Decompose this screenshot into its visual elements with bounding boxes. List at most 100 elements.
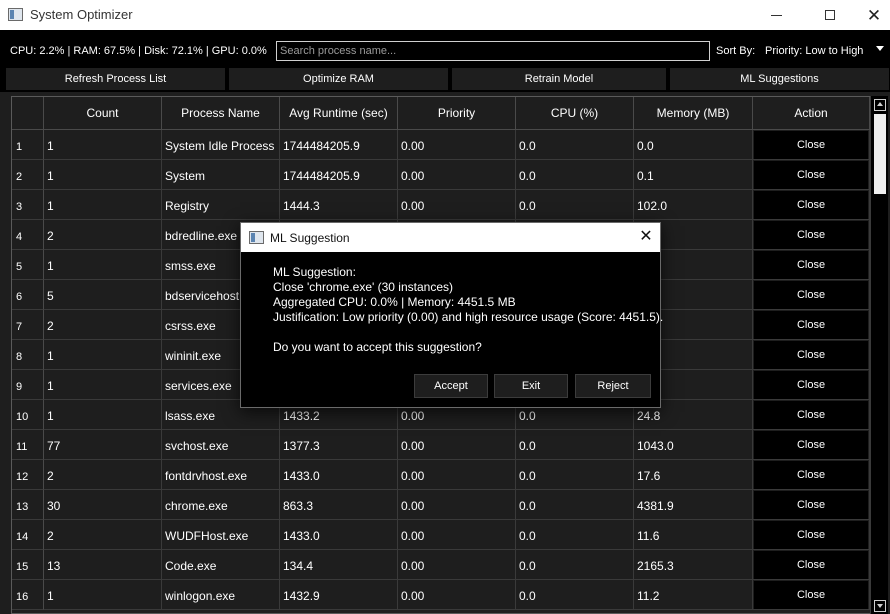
cell-count: 1	[44, 340, 162, 370]
header-cpu[interactable]: CPU (%)	[516, 97, 634, 130]
cell-cpu: 0.0	[516, 160, 634, 190]
close-process-button[interactable]: Close	[754, 251, 868, 279]
cell-count: 2	[44, 220, 162, 250]
close-process-button[interactable]: Close	[754, 191, 868, 219]
cell-count: 1	[44, 130, 162, 160]
search-input[interactable]	[276, 41, 710, 61]
close-process-button[interactable]: Close	[754, 551, 868, 579]
cell-memory: 2165.3	[634, 550, 753, 580]
action-cell: Close	[753, 520, 870, 550]
row-number[interactable]: 5	[12, 250, 44, 280]
close-process-button[interactable]: Close	[754, 431, 868, 459]
header-count[interactable]: Count	[44, 97, 162, 130]
row-number[interactable]: 4	[12, 220, 44, 250]
cell-priority: 0.00	[398, 130, 516, 160]
action-cell: Close	[753, 490, 870, 520]
close-process-button[interactable]: Close	[754, 401, 868, 429]
cell-name: winlogon.exe	[162, 580, 280, 610]
maximize-icon	[825, 10, 835, 20]
action-cell: Close	[753, 400, 870, 430]
close-process-button[interactable]: Close	[754, 161, 868, 189]
refresh-process-list-button[interactable]: Refresh Process List	[6, 68, 225, 90]
close-process-button[interactable]: Close	[754, 371, 868, 399]
row-number[interactable]: 6	[12, 280, 44, 310]
dialog-window-icon	[249, 231, 264, 244]
cell-name: svchost.exe	[162, 430, 280, 460]
row-number[interactable]: 7	[12, 310, 44, 340]
cell-priority: 0.00	[398, 160, 516, 190]
cell-priority: 0.00	[398, 460, 516, 490]
accept-button[interactable]: Accept	[414, 374, 488, 398]
cell-runtime: 1744484205.9	[280, 160, 398, 190]
cell-count: 2	[44, 310, 162, 340]
row-number[interactable]: 2	[12, 160, 44, 190]
close-process-button[interactable]: Close	[754, 461, 868, 489]
ml-suggestions-button[interactable]: ML Suggestions	[670, 68, 889, 90]
cell-name: System	[162, 160, 280, 190]
action-cell: Close	[753, 370, 870, 400]
action-cell: Close	[753, 130, 870, 160]
scroll-up-icon[interactable]	[874, 99, 886, 111]
header-memory[interactable]: Memory (MB)	[634, 97, 753, 130]
cell-priority: 0.00	[398, 550, 516, 580]
cell-name: fontdrvhost.exe	[162, 460, 280, 490]
cell-priority: 0.00	[398, 520, 516, 550]
close-window-button[interactable]: ✕	[851, 0, 890, 30]
exit-button[interactable]: Exit	[494, 374, 568, 398]
cell-memory: 0.1	[634, 160, 753, 190]
vertical-scrollbar[interactable]	[870, 96, 888, 614]
cell-count: 2	[44, 520, 162, 550]
cell-priority: 0.00	[398, 190, 516, 220]
dialog-justification: Justification: Low priority (0.00) and h…	[273, 310, 664, 324]
header-avg-runtime[interactable]: Avg Runtime (sec)	[280, 97, 398, 130]
row-number[interactable]: 9	[12, 370, 44, 400]
close-process-button[interactable]: Close	[754, 341, 868, 369]
cell-cpu: 0.0	[516, 460, 634, 490]
close-process-button[interactable]: Close	[754, 521, 868, 549]
row-number[interactable]: 15	[12, 550, 44, 580]
dialog-aggregated: Aggregated CPU: 0.0% | Memory: 4451.5 MB	[273, 295, 516, 309]
system-stats: CPU: 2.2% | RAM: 67.5% | Disk: 72.1% | G…	[10, 45, 267, 57]
cell-runtime: 1433.0	[280, 460, 398, 490]
cell-count: 2	[44, 460, 162, 490]
row-number[interactable]: 11	[12, 430, 44, 460]
cell-priority: 0.00	[398, 580, 516, 610]
cell-memory: 0.0	[634, 130, 753, 160]
cell-cpu: 0.0	[516, 580, 634, 610]
header-process-name[interactable]: Process Name	[162, 97, 280, 130]
close-process-button[interactable]: Close	[754, 281, 868, 309]
scroll-down-icon[interactable]	[874, 600, 886, 612]
cell-memory: 4381.9	[634, 490, 753, 520]
action-cell: Close	[753, 460, 870, 490]
cell-count: 1	[44, 160, 162, 190]
cell-runtime: 1432.9	[280, 580, 398, 610]
cell-runtime: 1744484205.9	[280, 130, 398, 160]
row-number[interactable]: 1	[12, 130, 44, 160]
retrain-model-button[interactable]: Retrain Model	[452, 68, 666, 90]
ml-suggestion-dialog: ML Suggestion ✕ ML Suggestion: Close 'ch…	[240, 222, 664, 408]
optimize-ram-button[interactable]: Optimize RAM	[229, 68, 448, 90]
dialog-close-icon[interactable]: ✕	[637, 228, 655, 246]
header-priority[interactable]: Priority	[398, 97, 516, 130]
minimize-button[interactable]	[753, 0, 799, 30]
row-number[interactable]: 14	[12, 520, 44, 550]
header-action[interactable]: Action	[753, 97, 870, 130]
row-number[interactable]: 16	[12, 580, 44, 610]
close-process-button[interactable]: Close	[754, 221, 868, 249]
cell-count: 30	[44, 490, 162, 520]
row-number[interactable]: 13	[12, 490, 44, 520]
close-process-button[interactable]: Close	[754, 311, 868, 339]
close-process-button[interactable]: Close	[754, 581, 868, 609]
close-process-button[interactable]: Close	[754, 131, 868, 159]
close-process-button[interactable]: Close	[754, 491, 868, 519]
row-number[interactable]: 10	[12, 400, 44, 430]
reject-button[interactable]: Reject	[575, 374, 651, 398]
row-number[interactable]: 8	[12, 340, 44, 370]
cell-memory: 11.6	[634, 520, 753, 550]
scrollbar-thumb[interactable]	[874, 114, 886, 194]
row-number[interactable]: 3	[12, 190, 44, 220]
sort-dropdown[interactable]: Priority: Low to High	[760, 41, 888, 61]
row-number[interactable]: 12	[12, 460, 44, 490]
maximize-button[interactable]	[807, 0, 853, 30]
cell-count: 1	[44, 370, 162, 400]
